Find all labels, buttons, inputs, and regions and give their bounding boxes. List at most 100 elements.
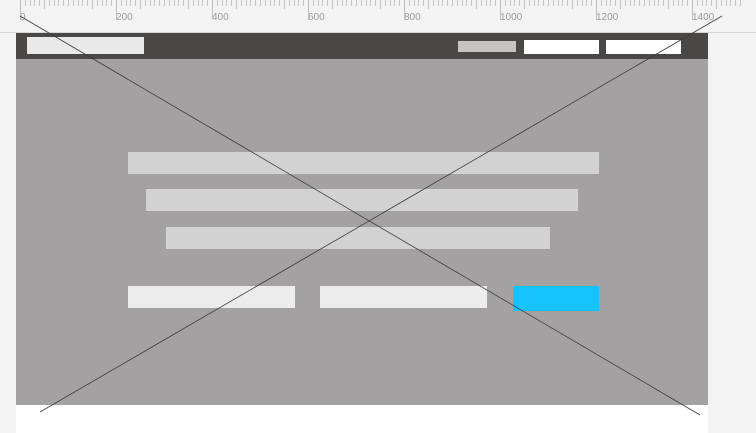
ruler-tick [54,0,55,6]
ruler-tick [423,0,424,6]
ruler-tick [510,0,511,6]
ruler-tick [188,0,189,9]
ruler-tick [270,0,271,6]
ruler-tick [591,0,592,6]
ruler-tick [265,0,266,6]
ruler-label-800: 800 [404,12,421,23]
ruler-tick [529,0,530,6]
ruler-tick [716,0,717,9]
ruler-tick [284,0,285,9]
ruler-tick [294,0,295,6]
ruler-tick [414,0,415,6]
ruler-tick [375,0,376,6]
ruler-tick [462,0,463,6]
ruler-tick [735,0,736,6]
ruler-major-tick [404,0,405,20]
ruler-tick [639,0,640,6]
ruler-tick [457,0,458,6]
ruler-tick [169,0,170,6]
ruler-tick [241,0,242,6]
hero-section [16,59,708,405]
ruler-tick [438,0,439,6]
nav-button-placeholder-1[interactable] [524,40,599,54]
ruler-tick [246,0,247,6]
input-field-placeholder-1[interactable] [128,286,295,308]
ruler-tick [255,0,256,6]
ruler-tick [126,0,127,6]
ruler-tick [279,0,280,6]
ruler-tick [447,0,448,6]
header-bar [16,33,708,59]
ruler-tick [207,0,208,6]
ruler-tick [726,0,727,6]
ruler-tick [490,0,491,6]
ruler-tick [346,0,347,6]
nav-link-placeholder[interactable] [458,41,516,52]
ruler-tick [25,0,26,6]
ruler-tick [663,0,664,6]
ruler-major-tick [116,0,117,20]
ruler-tick [582,0,583,6]
ruler-tick [433,0,434,6]
ruler-tick [30,0,31,6]
ruler-tick [82,0,83,6]
input-field-placeholder-2[interactable] [320,286,487,308]
ruler-tick [73,0,74,6]
ruler-tick [337,0,338,6]
ruler-tick [226,0,227,6]
ruler-tick [495,0,496,6]
ruler-tick [332,0,333,9]
ruler-tick [678,0,679,6]
ruler-major-tick [308,0,309,20]
ruler-tick [92,0,93,9]
ruler-tick [140,0,141,9]
ruler-major-tick [212,0,213,20]
ruler-tick [524,0,525,9]
ruler-tick [534,0,535,6]
ruler-tick [644,0,645,6]
ruler-tick [572,0,573,9]
ruler-tick [380,0,381,9]
ruler-tick [198,0,199,6]
ruler-tick [58,0,59,6]
ruler-tick [313,0,314,6]
ruler-tick [298,0,299,6]
logo-placeholder[interactable] [27,37,144,54]
ruler-tick [174,0,175,6]
ruler-tick [236,0,237,9]
ruler-tick [63,0,64,6]
ruler-tick [159,0,160,6]
ruler-tick [390,0,391,6]
ruler-tick [150,0,151,6]
ruler-tick [673,0,674,6]
ruler-tick [327,0,328,6]
ruler-tick [721,0,722,6]
cta-button[interactable] [513,286,599,311]
ruler-tick [164,0,165,6]
ruler-major-tick [20,0,21,20]
ruler-tick [658,0,659,6]
ruler-tick [78,0,79,6]
ruler-tick [178,0,179,6]
ruler-tick [49,0,50,6]
ruler-tick [289,0,290,6]
ruler-tick [34,0,35,6]
ruler-tick [706,0,707,6]
ruler-tick [303,0,304,6]
ruler-tick [452,0,453,6]
ruler-tick [606,0,607,6]
ruler-tick [538,0,539,6]
ruler-label-200: 200 [116,12,133,23]
ruler-tick [543,0,544,6]
nav-button-placeholder-2[interactable] [606,40,681,54]
ruler-tick [351,0,352,6]
ruler-tick [361,0,362,6]
ruler-tick [442,0,443,6]
ruler-tick [44,0,45,9]
ruler-label-1000: 1000 [500,12,523,23]
ruler-tick [274,0,275,6]
ruler-major-tick [500,0,501,20]
ruler-tick [154,0,155,6]
ruler-tick [687,0,688,6]
ruler-tick [548,0,549,6]
